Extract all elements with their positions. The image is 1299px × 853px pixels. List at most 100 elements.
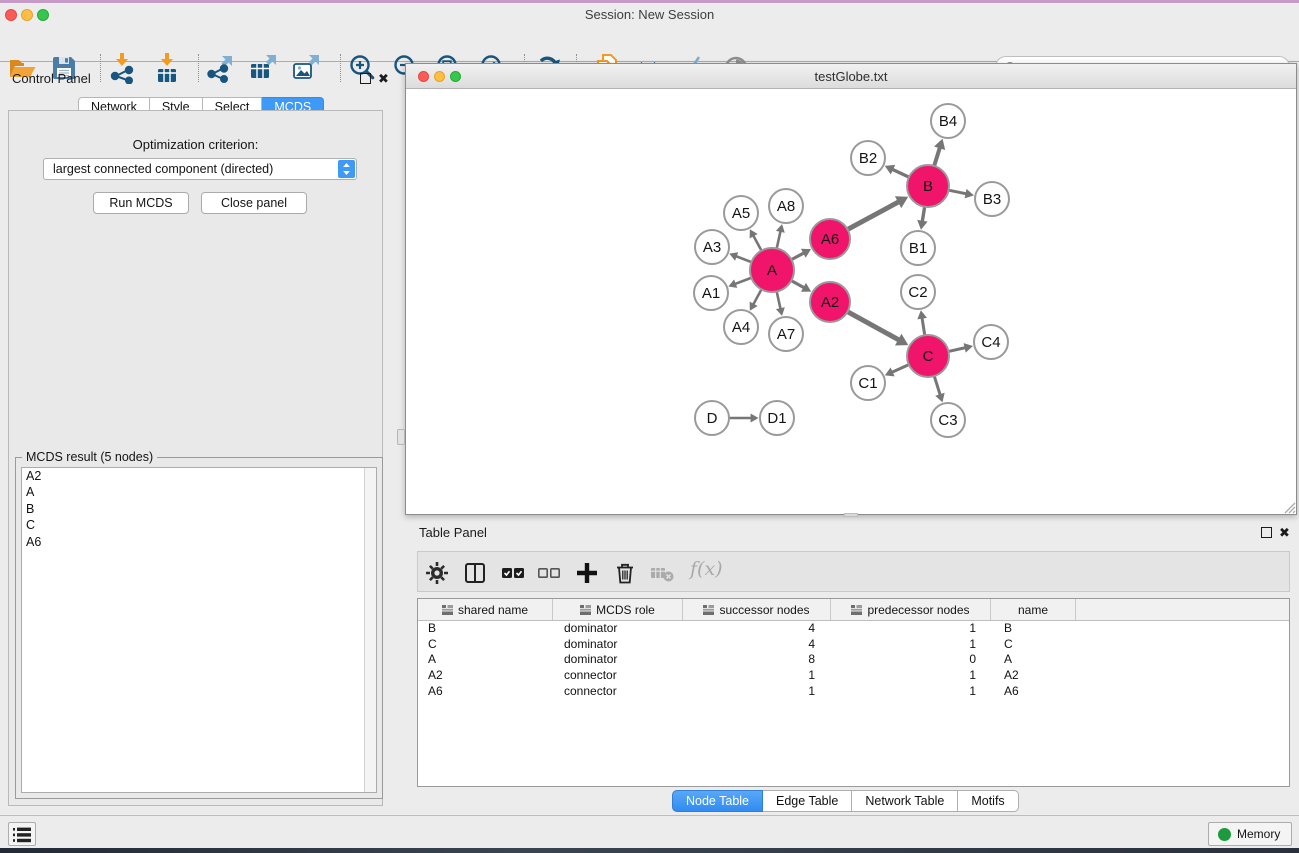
table-row[interactable]: Bdominator41B bbox=[418, 621, 1289, 637]
table-cell[interactable]: 4 bbox=[683, 637, 831, 653]
close-panel-icon[interactable]: ✖ bbox=[378, 73, 389, 85]
network-graph[interactable]: B4B2BB3A5A8A6A3B1AA1C2A2A4A7C4CC1C3DD1 bbox=[406, 89, 1296, 514]
float-table-panel-icon[interactable] bbox=[1261, 527, 1272, 538]
table-cell[interactable]: 1 bbox=[831, 637, 991, 653]
table-cell[interactable]: 8 bbox=[683, 652, 831, 668]
graph-edge-A-A8[interactable] bbox=[777, 231, 781, 249]
mcds-result-item[interactable]: B bbox=[22, 501, 376, 517]
deselect-all-icon[interactable] bbox=[536, 560, 562, 586]
table-cell[interactable]: C bbox=[418, 637, 553, 653]
tab-edge-table[interactable]: Edge Table bbox=[763, 790, 852, 812]
import-table-icon[interactable] bbox=[151, 52, 183, 84]
tab-node-table[interactable]: Node Table bbox=[672, 790, 763, 812]
table-cell[interactable]: connector bbox=[553, 684, 683, 700]
main-toolbar bbox=[0, 25, 1299, 62]
column-header-mcds-role[interactable]: MCDS role bbox=[553, 599, 683, 620]
mcds-result-item[interactable]: A2 bbox=[22, 468, 376, 484]
table-cell[interactable]: A6 bbox=[991, 684, 1076, 700]
table-cell[interactable]: dominator bbox=[553, 637, 683, 653]
control-panel-title: Control Panel bbox=[12, 71, 91, 86]
memory-button[interactable]: Memory bbox=[1208, 822, 1292, 846]
table-cell[interactable]: A bbox=[991, 652, 1076, 668]
table-cell[interactable]: B bbox=[991, 621, 1076, 637]
toolbar-separator bbox=[100, 54, 101, 82]
trash-icon[interactable] bbox=[612, 560, 638, 586]
table-cell[interactable]: 1 bbox=[683, 668, 831, 684]
graph-edge-arrowhead bbox=[776, 224, 785, 233]
table-row[interactable]: A6connector11A6 bbox=[418, 684, 1289, 700]
network-window-title: testGlobe.txt bbox=[406, 69, 1296, 84]
export-image-icon[interactable] bbox=[290, 52, 322, 84]
export-table-icon[interactable] bbox=[247, 52, 279, 84]
mcds-result-list[interactable]: A2ABCA6 bbox=[21, 467, 377, 793]
graph-edge-A-A7[interactable] bbox=[777, 291, 781, 309]
graph-edge-A-A6[interactable] bbox=[791, 253, 804, 260]
task-history-button[interactable] bbox=[8, 822, 36, 846]
network-window-titlebar[interactable]: testGlobe.txt bbox=[406, 64, 1296, 89]
table-cell[interactable]: A2 bbox=[418, 668, 553, 684]
select-all-icon[interactable] bbox=[500, 560, 526, 586]
column-header-name[interactable]: name bbox=[991, 599, 1076, 620]
horizontal-splitter-handle[interactable] bbox=[844, 513, 858, 517]
import-network-icon[interactable] bbox=[106, 52, 138, 84]
graph-edge-A-A3[interactable] bbox=[736, 256, 752, 262]
columns-icon[interactable] bbox=[462, 560, 488, 586]
graph-edge-B-B4[interactable] bbox=[934, 147, 940, 166]
tab-network-table[interactable]: Network Table bbox=[852, 790, 958, 812]
table-row[interactable]: A2connector11A2 bbox=[418, 668, 1289, 684]
table-cell[interactable]: dominator bbox=[553, 652, 683, 668]
export-network-icon[interactable] bbox=[204, 52, 236, 84]
table-cell[interactable]: A bbox=[418, 652, 553, 668]
close-table-panel-icon[interactable]: ✖ bbox=[1279, 527, 1290, 539]
column-header-successor-nodes[interactable]: successor nodes bbox=[683, 599, 831, 620]
graph-edge-C-C2[interactable] bbox=[922, 318, 925, 336]
mcds-result-fieldset: MCDS result (5 nodes) A2ABCA6 bbox=[15, 457, 383, 799]
mcds-list-scrollbar[interactable] bbox=[364, 468, 376, 792]
graph-node-label: D1 bbox=[767, 410, 786, 427]
column-header-predecessor-nodes[interactable]: predecessor nodes bbox=[831, 599, 991, 620]
table-row[interactable]: Cdominator41C bbox=[418, 637, 1289, 653]
graph-edge-A-A2[interactable] bbox=[791, 281, 804, 288]
graph-edge-C-C1[interactable] bbox=[892, 365, 909, 373]
criterion-select[interactable]: largest connected component (directed) bbox=[43, 158, 357, 180]
resize-grip-icon[interactable] bbox=[1282, 500, 1296, 514]
graph-edge-A-A4[interactable] bbox=[753, 289, 761, 304]
vertical-splitter-handle[interactable] bbox=[397, 429, 405, 445]
graph-node-label: B2 bbox=[859, 150, 877, 167]
delete-table-icon[interactable] bbox=[649, 560, 675, 586]
close-panel-button[interactable]: Close panel bbox=[201, 192, 307, 214]
table-cell[interactable]: 1 bbox=[683, 684, 831, 700]
graph-node-label: B4 bbox=[939, 113, 957, 130]
column-header-shared-name[interactable]: shared name bbox=[418, 599, 553, 620]
graph-edge-B-B2[interactable] bbox=[892, 169, 909, 177]
table-cell[interactable]: connector bbox=[553, 668, 683, 684]
mcds-result-item[interactable]: C bbox=[22, 517, 376, 533]
graph-edge-B-B1[interactable] bbox=[922, 207, 924, 222]
table-cell[interactable]: 1 bbox=[831, 621, 991, 637]
table-cell[interactable]: dominator bbox=[553, 621, 683, 637]
graph-edge-A-A5[interactable] bbox=[753, 235, 761, 250]
table-cell[interactable]: 0 bbox=[831, 652, 991, 668]
table-cell[interactable]: 1 bbox=[831, 668, 991, 684]
gear-icon[interactable] bbox=[424, 560, 450, 586]
graph-edge-C-C3[interactable] bbox=[934, 376, 940, 395]
add-icon[interactable] bbox=[574, 560, 600, 586]
graph-edge-A-A1[interactable] bbox=[735, 278, 752, 284]
tab-motifs[interactable]: Motifs bbox=[958, 790, 1018, 812]
table-row[interactable]: Adominator80A bbox=[418, 652, 1289, 668]
table-cell[interactable]: 1 bbox=[831, 684, 991, 700]
table-cell[interactable]: 4 bbox=[683, 621, 831, 637]
graph-edge-A6-B[interactable] bbox=[848, 202, 899, 230]
float-panel-icon[interactable] bbox=[360, 73, 371, 84]
table-cell[interactable]: C bbox=[991, 637, 1076, 653]
table-cell[interactable]: A6 bbox=[418, 684, 553, 700]
mcds-result-item[interactable]: A6 bbox=[22, 534, 376, 550]
table-cell[interactable]: B bbox=[418, 621, 553, 637]
graph-edge-C-C4[interactable] bbox=[948, 348, 965, 352]
table-cell[interactable]: A2 bbox=[991, 668, 1076, 684]
run-mcds-button[interactable]: Run MCDS bbox=[93, 192, 189, 214]
graph-edge-A2-C[interactable] bbox=[848, 312, 900, 340]
mcds-result-item[interactable]: A bbox=[22, 484, 376, 500]
optimization-criterion-label: Optimization criterion: bbox=[9, 137, 382, 152]
graph-edge-B-B3[interactable] bbox=[949, 190, 967, 194]
